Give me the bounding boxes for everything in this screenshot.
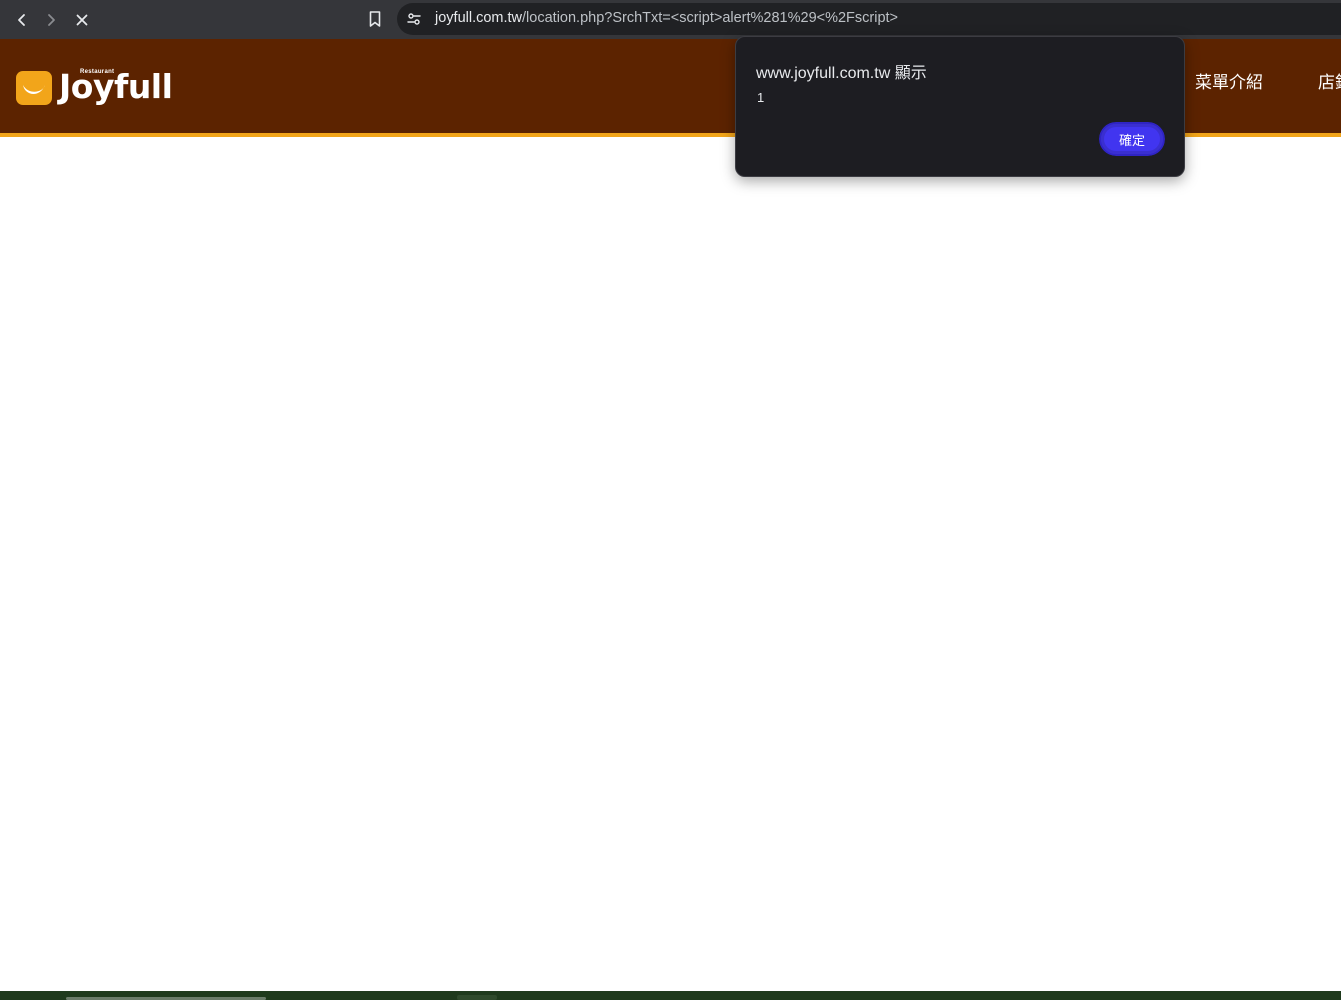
alert-dialog: www.joyfull.com.tw 顯示 1 確定	[735, 36, 1185, 177]
logo-mark-icon	[16, 71, 52, 105]
url-path: /location.php?SrchTxt=<script>alert%281%…	[522, 10, 899, 26]
close-icon	[76, 14, 88, 26]
bookmark-icon	[369, 11, 381, 27]
url-host: joyfull.com.tw	[435, 10, 523, 26]
forward-button[interactable]	[38, 7, 64, 33]
site-settings-button[interactable]	[405, 10, 423, 28]
ok-button[interactable]: 確定	[1097, 120, 1167, 158]
site-logo[interactable]: Restaurant Joyfull	[16, 67, 186, 106]
stop-button[interactable]	[69, 7, 95, 33]
url-text[interactable]: joyfull.com.tw/location.php?SrchTxt=<scr…	[435, 10, 898, 26]
browser-toolbar: joyfull.com.tw/location.php?SrchTxt=<scr…	[0, 0, 1341, 39]
site-settings-icon	[407, 13, 421, 25]
back-button[interactable]	[9, 7, 35, 33]
nav-menu-menu[interactable]: 菜單介紹	[1195, 68, 1263, 93]
taskbar-item	[457, 995, 497, 1000]
dialog-title: www.joyfull.com.tw 顯示	[756, 65, 927, 82]
dialog-message: 1	[757, 90, 765, 105]
taskbar-edge	[0, 991, 1341, 1000]
bookmark-button[interactable]	[362, 6, 388, 32]
forward-arrow-icon	[48, 14, 55, 26]
logo-wordmark: Joyfull	[59, 67, 173, 106]
nav-menu-stores[interactable]: 店鋪	[1318, 68, 1341, 93]
back-arrow-icon	[18, 14, 25, 26]
address-bar[interactable]: joyfull.com.tw/location.php?SrchTxt=<scr…	[397, 3, 1341, 35]
